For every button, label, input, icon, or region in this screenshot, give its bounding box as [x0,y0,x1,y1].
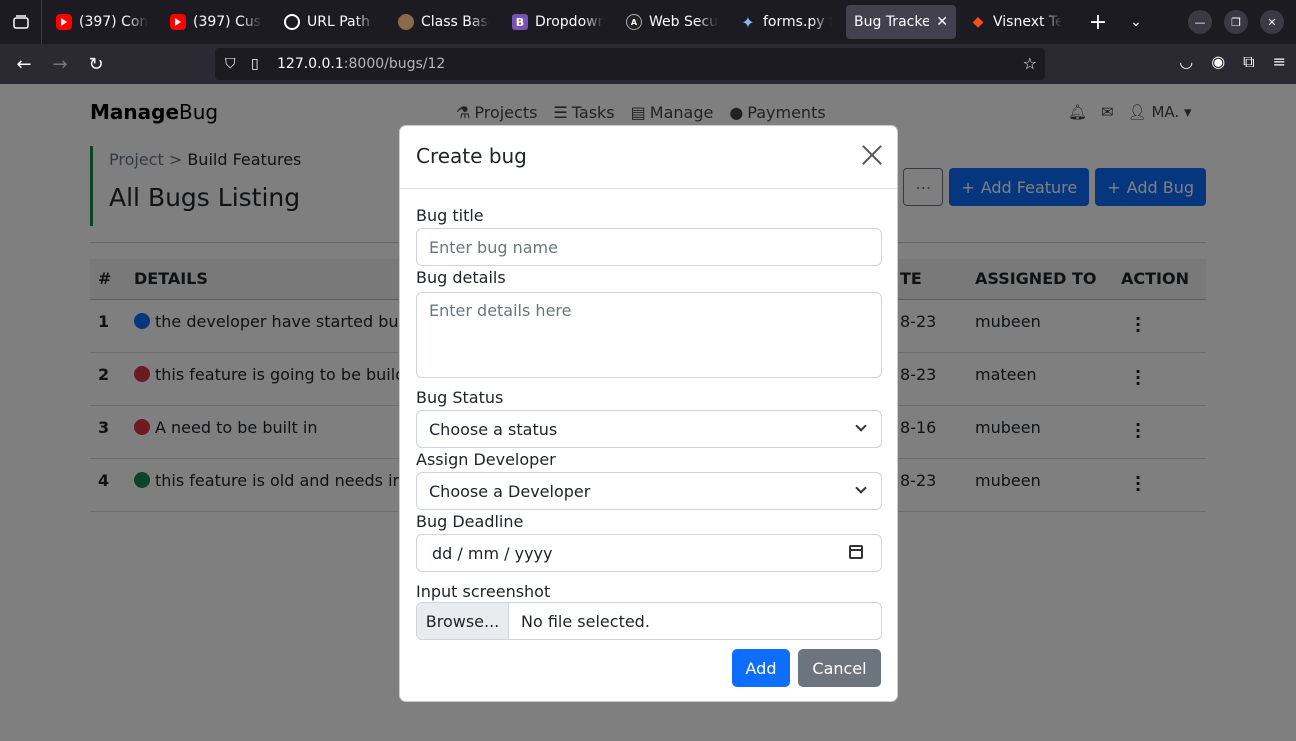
browse-button[interactable]: Browse... [417,603,509,639]
bug-deadline-value: dd / mm / yyyy [432,543,553,563]
tab-list-button[interactable] [0,0,42,44]
tab-label: Visnext Te [993,14,1062,30]
browser-tab[interactable]: ✦ forms.py fr [732,5,840,39]
bootstrap-icon: B [512,14,528,30]
bug-deadline-label: Bug Deadline [416,512,524,531]
url-path: :8000/bugs/12 [343,56,446,72]
bug-status-label: Bug Status [416,388,504,407]
screenshot-file-input[interactable]: Browse... No file selected. [416,602,882,640]
chevron-down-icon [855,420,867,432]
browser-tab-active[interactable]: Bug Tracker ✕ [846,5,956,39]
browser-tab[interactable]: Class Base [390,5,498,39]
tab-label: (397) Conf [79,14,148,30]
browser-tab[interactable]: A Web Secur [618,5,726,39]
browser-nav-bar: ← → ↻ ⛉ ▯ 127.0.0.1:8000/bugs/12 ☆ ◡ ◉ ⧉… [0,44,1296,84]
bug-title-input[interactable]: Enter bug name [416,228,882,266]
tab-label: Web Secur [649,14,718,30]
tab-label: Dropdown [535,14,604,30]
calendar-icon[interactable] [849,545,863,559]
menu-icon[interactable]: ≡ [1273,52,1286,72]
close-window-icon[interactable]: ✕ [1260,10,1284,34]
back-icon[interactable]: ← [6,54,42,75]
maximize-icon[interactable]: ❐ [1224,10,1248,34]
tab-label: Bug Tracker [854,14,930,30]
account-icon[interactable]: ◉ [1211,52,1225,72]
url-bar[interactable]: ⛉ ▯ 127.0.0.1:8000/bugs/12 ☆ [215,48,1045,80]
add-button[interactable]: Add [732,649,790,687]
web-icon: A [626,14,642,30]
modal-body: Bug title Enter bug name Bug details Ent… [416,206,882,642]
chevron-down-icon[interactable]: ⌄ [1122,14,1150,30]
minimize-icon[interactable]: — [1188,10,1212,34]
screenshot-label: Input screenshot [416,582,551,601]
browser-tab[interactable]: (397) Conf [48,5,156,39]
close-icon[interactable] [861,144,883,166]
chevron-down-icon [855,482,867,494]
bug-details-textarea[interactable]: Enter details here [416,292,882,378]
browser-tab[interactable]: (397) Custo [162,5,270,39]
bug-title-placeholder: Enter bug name [429,237,558,257]
url-host: 127.0.0.1 [277,56,344,72]
browser-tab-bar: (397) Conf (397) Custo URL Path C Class … [0,0,1296,44]
tab-label: (397) Custo [193,14,262,30]
bug-status-select[interactable]: Choose a status [416,410,882,448]
new-tab-icon[interactable]: + [1084,10,1112,35]
extensions-icon[interactable]: ⧉ [1243,52,1254,72]
close-tab-icon[interactable]: ✕ [936,14,948,30]
create-bug-modal: Create bug Bug title Enter bug name Bug … [399,125,898,702]
cancel-button[interactable]: Cancel [798,649,881,687]
bug-details-label: Bug details [416,268,506,287]
figma-icon: ◆ [972,14,984,30]
bug-deadline-input[interactable]: dd / mm / yyyy [416,534,882,572]
page-icon: ▯ [251,56,259,72]
browser-tab[interactable]: B Dropdown [504,5,612,39]
assign-developer-select[interactable]: Choose a Developer [416,472,882,510]
tab-label: Class Base [421,14,490,30]
tab-label: forms.py fr [763,14,832,30]
tab-manager-icon [12,15,29,29]
openai-icon [284,14,300,30]
youtube-icon [56,14,72,30]
file-name-text: No file selected. [521,611,650,631]
avatar-icon [398,14,414,30]
browser-tab[interactable]: ◆ Visnext Te [962,5,1070,39]
forward-icon[interactable]: → [42,54,78,75]
tab-label: URL Path C [307,14,376,30]
assign-developer-label: Assign Developer [416,450,556,469]
assign-developer-value: Choose a Developer [429,481,591,501]
reload-icon[interactable]: ↻ [78,54,114,75]
youtube-icon [170,14,186,30]
bug-title-label: Bug title [416,206,484,225]
pocket-icon[interactable]: ◡ [1179,52,1193,72]
shield-icon: ⛉ [225,56,236,72]
browser-tab[interactable]: URL Path C [276,5,384,39]
sparkle-icon: ✦ [741,12,755,32]
modal-title: Create bug [416,144,527,168]
bug-details-placeholder: Enter details here [429,301,572,320]
bug-status-value: Choose a status [429,419,558,439]
modal-header: Create bug [400,126,897,189]
bookmark-star-icon[interactable]: ☆ [1023,54,1037,73]
